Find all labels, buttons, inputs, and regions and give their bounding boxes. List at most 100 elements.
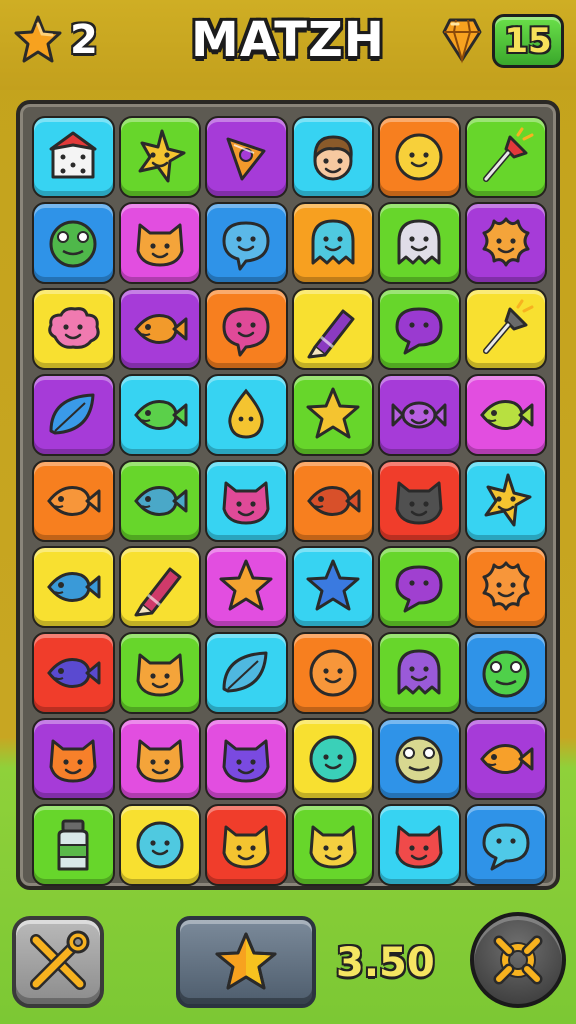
game-tile[interactable] [118, 546, 201, 628]
game-tile[interactable] [464, 718, 547, 800]
cat-blob-icon [222, 825, 270, 869]
game-tile[interactable] [464, 546, 547, 628]
game-tile[interactable] [291, 374, 374, 456]
round-blob-icon [49, 220, 97, 268]
cat-blob-icon [395, 481, 443, 525]
game-tile[interactable] [32, 202, 115, 284]
cat-blob-icon [136, 739, 184, 783]
crayon-icon [307, 309, 355, 359]
game-tile[interactable] [378, 804, 461, 886]
smile-blob-icon [309, 735, 357, 783]
game-tile[interactable] [118, 632, 201, 714]
game-tile[interactable] [464, 460, 547, 542]
game-tile[interactable] [464, 202, 547, 284]
game-tile[interactable] [118, 374, 201, 456]
game-tile[interactable] [205, 202, 288, 284]
game-tile[interactable] [118, 804, 201, 886]
fish-icon [479, 744, 534, 774]
game-tile[interactable] [118, 718, 201, 800]
game-tile[interactable] [118, 460, 201, 542]
bottle-icon [57, 819, 89, 871]
fish-blob-icon [222, 307, 270, 357]
game-tile[interactable] [378, 116, 461, 198]
game-tile[interactable] [118, 202, 201, 284]
top-bar: 2 MATZH 15 [0, 0, 576, 90]
game-tile[interactable] [291, 804, 374, 886]
ghost-icon [311, 219, 355, 265]
game-tile[interactable] [205, 718, 288, 800]
fish-icon [47, 486, 101, 516]
cat-blob-icon [49, 739, 97, 783]
game-tile[interactable] [378, 202, 461, 284]
game-tile[interactable] [378, 288, 461, 370]
game-tile[interactable] [464, 374, 547, 456]
game-tile[interactable] [464, 804, 547, 886]
game-tile[interactable] [32, 718, 115, 800]
wrench-gear-icon [493, 935, 543, 985]
pin-icon [482, 299, 534, 354]
game-tile[interactable] [205, 632, 288, 714]
round-blob-icon [395, 736, 443, 784]
game-tile[interactable] [378, 460, 461, 542]
game-tile[interactable] [464, 288, 547, 370]
game-tile[interactable] [205, 116, 288, 198]
game-tile[interactable] [464, 116, 547, 198]
orange-star-icon [14, 15, 62, 63]
game-tile[interactable] [32, 546, 115, 628]
game-tile[interactable] [32, 632, 115, 714]
game-tile[interactable] [32, 374, 115, 456]
cat-blob-icon [136, 223, 184, 267]
game-tile[interactable] [464, 632, 547, 714]
pointy-star-icon [484, 473, 532, 527]
cat-blob-icon [395, 825, 443, 869]
game-tile[interactable] [32, 116, 115, 198]
fish-icon [133, 486, 188, 516]
fish-icon [479, 400, 534, 430]
game-tile[interactable] [378, 718, 461, 800]
game-tile[interactable] [32, 460, 115, 542]
game-tile[interactable] [291, 546, 374, 628]
bubble-icon [482, 823, 530, 871]
game-tile[interactable] [291, 632, 374, 714]
game-tile[interactable] [205, 804, 288, 886]
game-tile[interactable] [291, 460, 374, 542]
boy-face-icon [313, 135, 353, 181]
game-tile[interactable] [32, 288, 115, 370]
game-tile[interactable] [291, 718, 374, 800]
bubble-icon [395, 307, 443, 355]
game-tile[interactable] [378, 632, 461, 714]
game-tile[interactable] [291, 116, 374, 198]
tile-grid [30, 114, 549, 888]
game-tile[interactable] [118, 116, 201, 198]
splat-icon [482, 217, 530, 267]
pin-icon [482, 127, 534, 182]
game-tile[interactable] [205, 546, 288, 628]
smile-blob-icon [309, 649, 357, 697]
game-tile[interactable] [378, 546, 461, 628]
game-tile[interactable] [205, 374, 288, 456]
crayon-icon [134, 567, 182, 617]
game-tile[interactable] [205, 288, 288, 370]
leaf-icon [49, 393, 95, 435]
game-tile[interactable] [291, 288, 374, 370]
crossed-tools-icon [30, 930, 90, 990]
game-tile[interactable] [32, 804, 115, 886]
ghost-icon [397, 649, 441, 695]
game-tile[interactable] [378, 374, 461, 456]
smile-blob-icon [136, 821, 184, 869]
game-tile[interactable] [205, 460, 288, 542]
settings-button[interactable] [470, 912, 566, 1008]
score-value: 3.50 [336, 940, 435, 986]
star-icon [219, 559, 273, 611]
teardrop-icon [228, 388, 264, 439]
tools-button[interactable] [12, 916, 104, 1008]
game-tile[interactable] [118, 288, 201, 370]
smile-blob-icon [395, 133, 443, 181]
fish-icon [133, 400, 188, 430]
boost-button[interactable] [176, 916, 316, 1008]
fish-icon [47, 658, 101, 688]
game-board [16, 100, 560, 890]
game-tile[interactable] [291, 202, 374, 284]
cat-blob-icon [136, 653, 184, 697]
candy-icon [391, 401, 447, 429]
